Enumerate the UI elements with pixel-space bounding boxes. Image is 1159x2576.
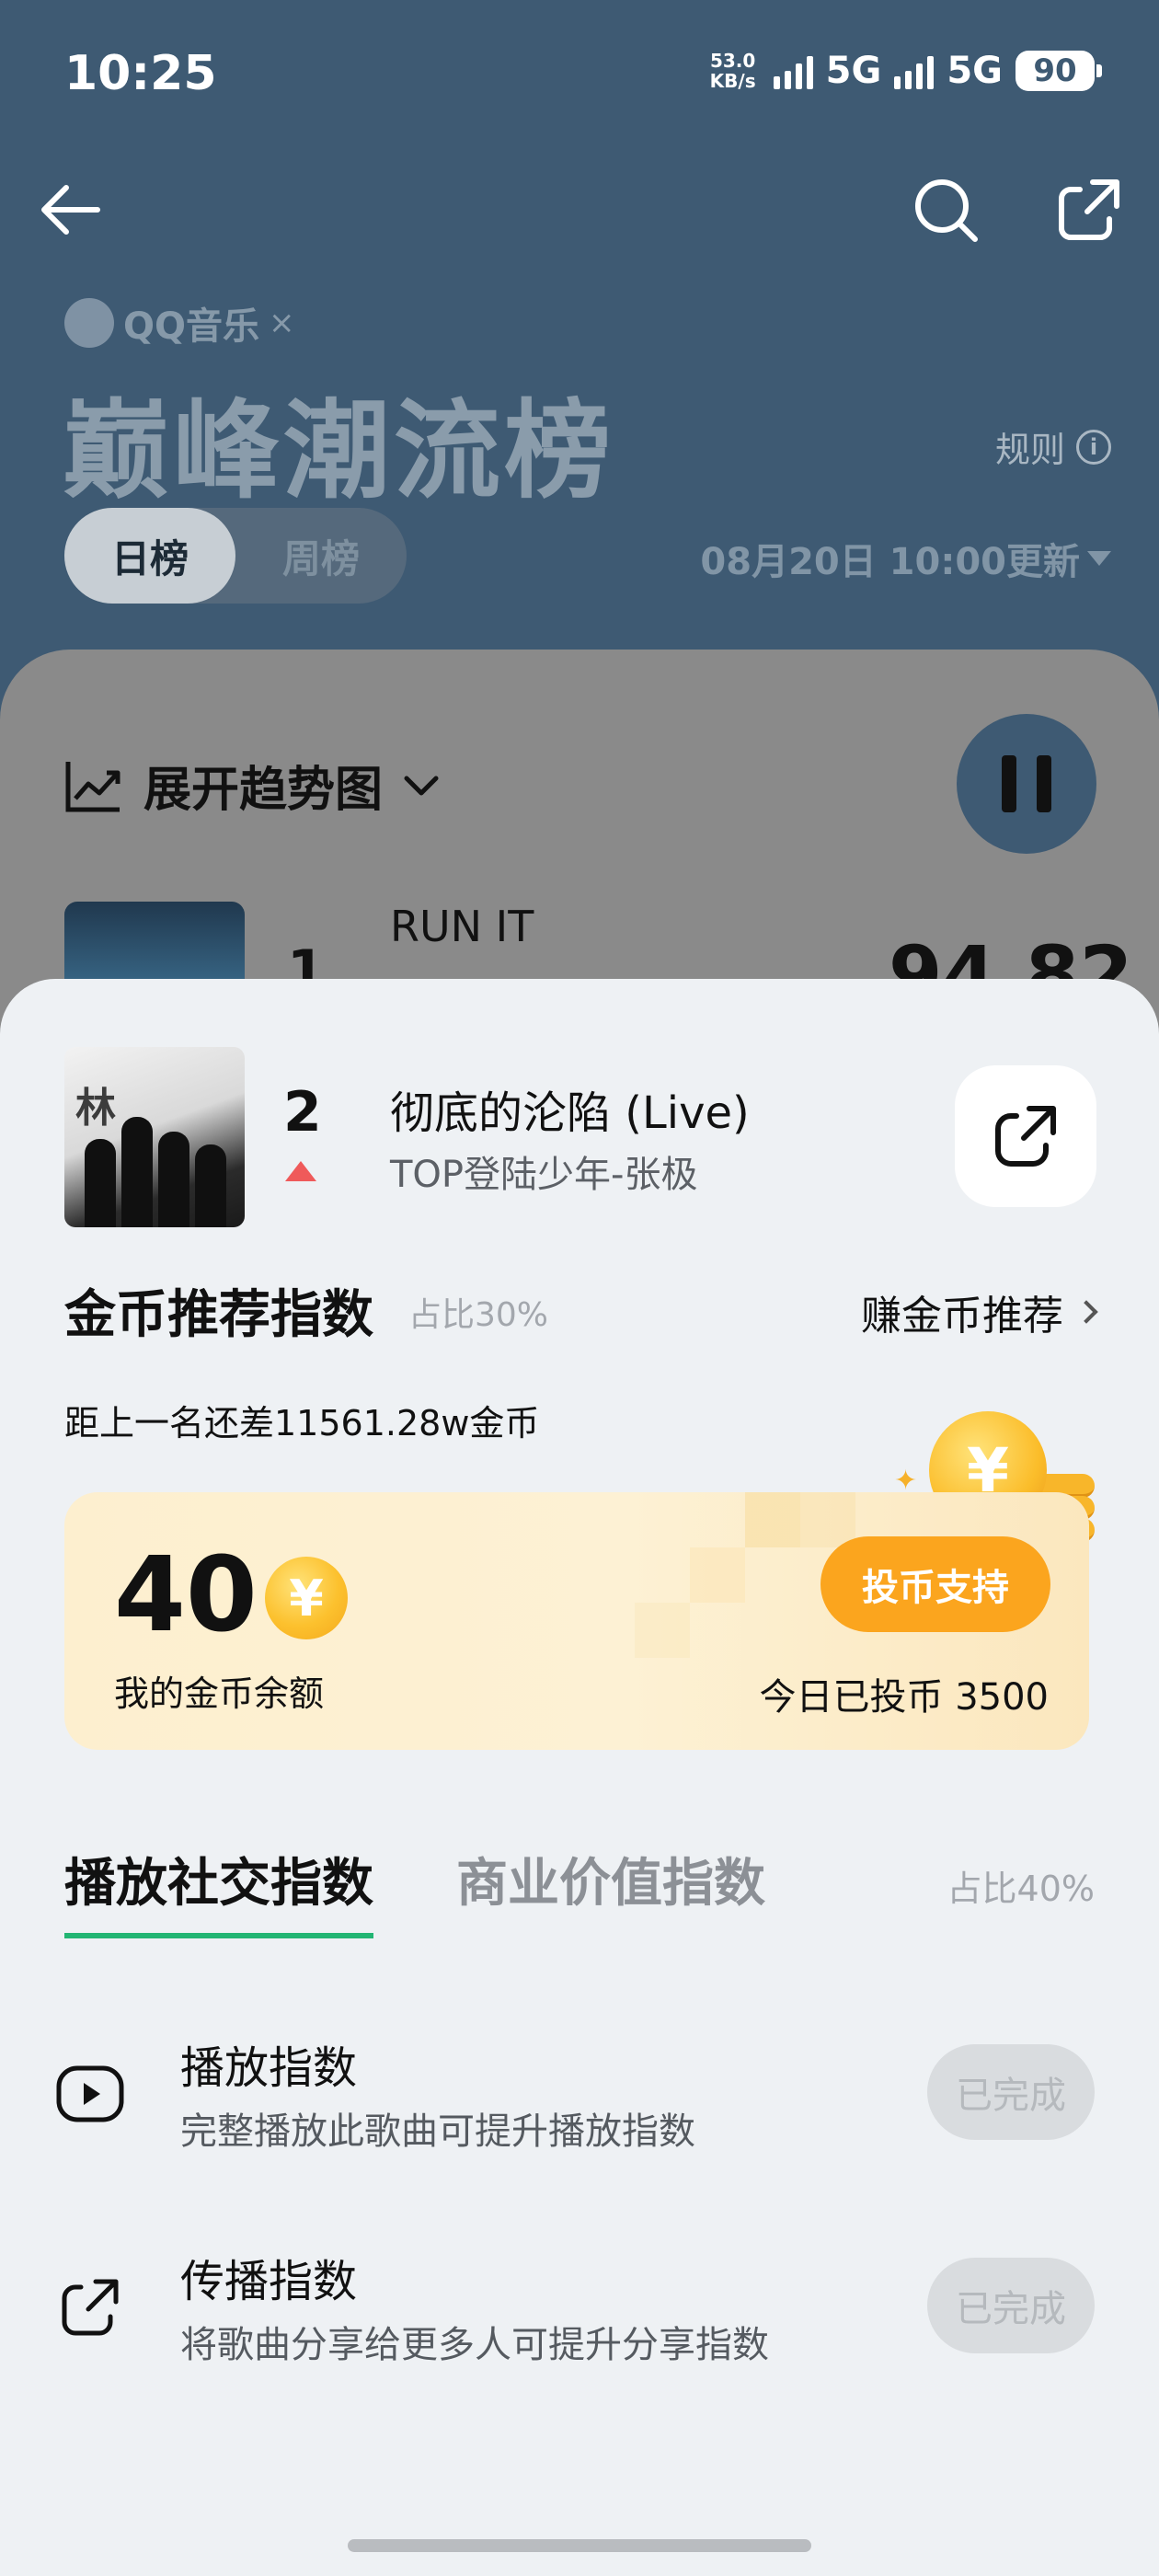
brand-row: QQ音乐 ×	[64, 296, 295, 350]
trend-toggle[interactable]: 展开趋势图	[64, 751, 440, 820]
index-ratio: 占比40%	[947, 1869, 1095, 1909]
task-title: 播放指数	[180, 2042, 358, 2094]
qq-music-logo-icon	[64, 298, 114, 348]
song-share-button[interactable]	[955, 1065, 1096, 1207]
tab-play-social-index[interactable]: 播放社交指数	[64, 1842, 373, 1938]
tab-weekly[interactable]: 周榜	[235, 508, 407, 604]
status-time: 10:25	[64, 46, 217, 101]
coin-index-title: 金币推荐指数	[64, 1285, 373, 1345]
signal-icon	[894, 52, 935, 89]
coin-vote-sheet: 林 2 彻底的沦陷 (Live) TOP登陆少年-张极 金币推荐指数 占比30%…	[0, 979, 1159, 2576]
task-description: 将歌曲分享给更多人可提升分享指数	[180, 2324, 769, 2366]
index-tabs: 播放社交指数 商业价值指数	[64, 1842, 765, 1938]
status-bar: 10:25 53.0 KB/s 5G 5G 90	[0, 0, 1159, 147]
rank1-title[interactable]: RUN IT	[390, 902, 534, 951]
rank-up-icon	[285, 1161, 316, 1181]
network-speed: 53.0 KB/s	[709, 50, 756, 92]
share-icon	[1059, 179, 1119, 240]
share-button[interactable]	[1054, 175, 1124, 245]
signal-icon	[773, 52, 813, 89]
song-title: 彻底的沦陷 (Live)	[390, 1087, 750, 1139]
chevron-right-icon	[1074, 1300, 1098, 1324]
rank-gap-text: 距上一名还差11561.28w金币	[64, 1403, 540, 1443]
update-time-selector[interactable]: 08月20日 10:00更新	[700, 532, 1111, 585]
brand-name: QQ音乐	[123, 305, 260, 348]
coin-balance-card: 40 ¥ 我的金币余额 投币支持 今日已投币 3500	[64, 1492, 1089, 1750]
trend-toggle-label: 展开趋势图	[143, 763, 384, 818]
today-voted-text: 今日已投币 3500	[759, 1676, 1049, 1719]
update-time-label: 08月20日 10:00更新	[700, 541, 1080, 583]
coin-balance-label: 我的金币余额	[114, 1673, 325, 1714]
sim1-network-label: 5G	[825, 50, 882, 92]
share-icon	[62, 2279, 119, 2336]
back-button[interactable]	[37, 175, 107, 245]
task-completed-button[interactable]: 已完成	[927, 2044, 1095, 2140]
tab-commercial-index[interactable]: 商业价值指数	[456, 1842, 765, 1938]
song-artist: TOP登陆少年-张极	[390, 1154, 698, 1196]
triangle-down-icon	[1087, 551, 1111, 566]
earn-coin-label: 赚金币推荐	[861, 1293, 1063, 1340]
task-title: 传播指数	[180, 2256, 358, 2307]
info-icon: i	[1076, 429, 1111, 465]
rules-label: 规则	[994, 430, 1065, 470]
status-indicators: 53.0 KB/s 5G 5G 90	[706, 50, 1102, 92]
yuan-coin-icon: ¥	[265, 1557, 348, 1639]
tab-daily[interactable]: 日榜	[64, 508, 235, 604]
search-icon	[915, 179, 978, 242]
task-description: 完整播放此歌曲可提升播放指数	[180, 2110, 695, 2153]
task-share-index: 传播指数 将歌曲分享给更多人可提升分享指数 已完成	[0, 2225, 1159, 2390]
task-completed-button[interactable]: 已完成	[927, 2258, 1095, 2353]
home-indicator[interactable]	[348, 2539, 811, 2552]
coin-index-ratio: 占比30%	[408, 1296, 549, 1334]
coin-balance-value: 40	[114, 1535, 258, 1655]
play-icon	[56, 2065, 124, 2122]
cover-title-text: 林	[75, 1085, 116, 1132]
chevron-down-icon	[404, 776, 439, 795]
chart-title: 巅峰潮流榜	[63, 389, 614, 513]
earn-coin-link[interactable]: 赚金币推荐	[861, 1282, 1098, 1341]
arrow-left-icon	[41, 185, 100, 235]
search-button[interactable]	[911, 175, 981, 245]
period-tabs: 日榜 周榜	[64, 508, 407, 604]
song-rank: 2	[283, 1080, 322, 1144]
share-icon	[995, 1106, 1056, 1167]
task-play-index: 播放指数 完整播放此歌曲可提升播放指数 已完成	[0, 2011, 1159, 2177]
pause-button[interactable]	[957, 714, 1096, 854]
song-cover-image: 林	[64, 1047, 245, 1227]
rules-link[interactable]: 规则 i	[995, 421, 1111, 472]
battery-icon: 90	[1016, 51, 1102, 91]
vote-coin-button[interactable]: 投币支持	[820, 1536, 1050, 1632]
trend-chart-icon	[65, 761, 120, 811]
brand-separator: ×	[269, 305, 295, 341]
sim2-network-label: 5G	[947, 50, 1003, 92]
pause-icon	[1002, 755, 1016, 812]
